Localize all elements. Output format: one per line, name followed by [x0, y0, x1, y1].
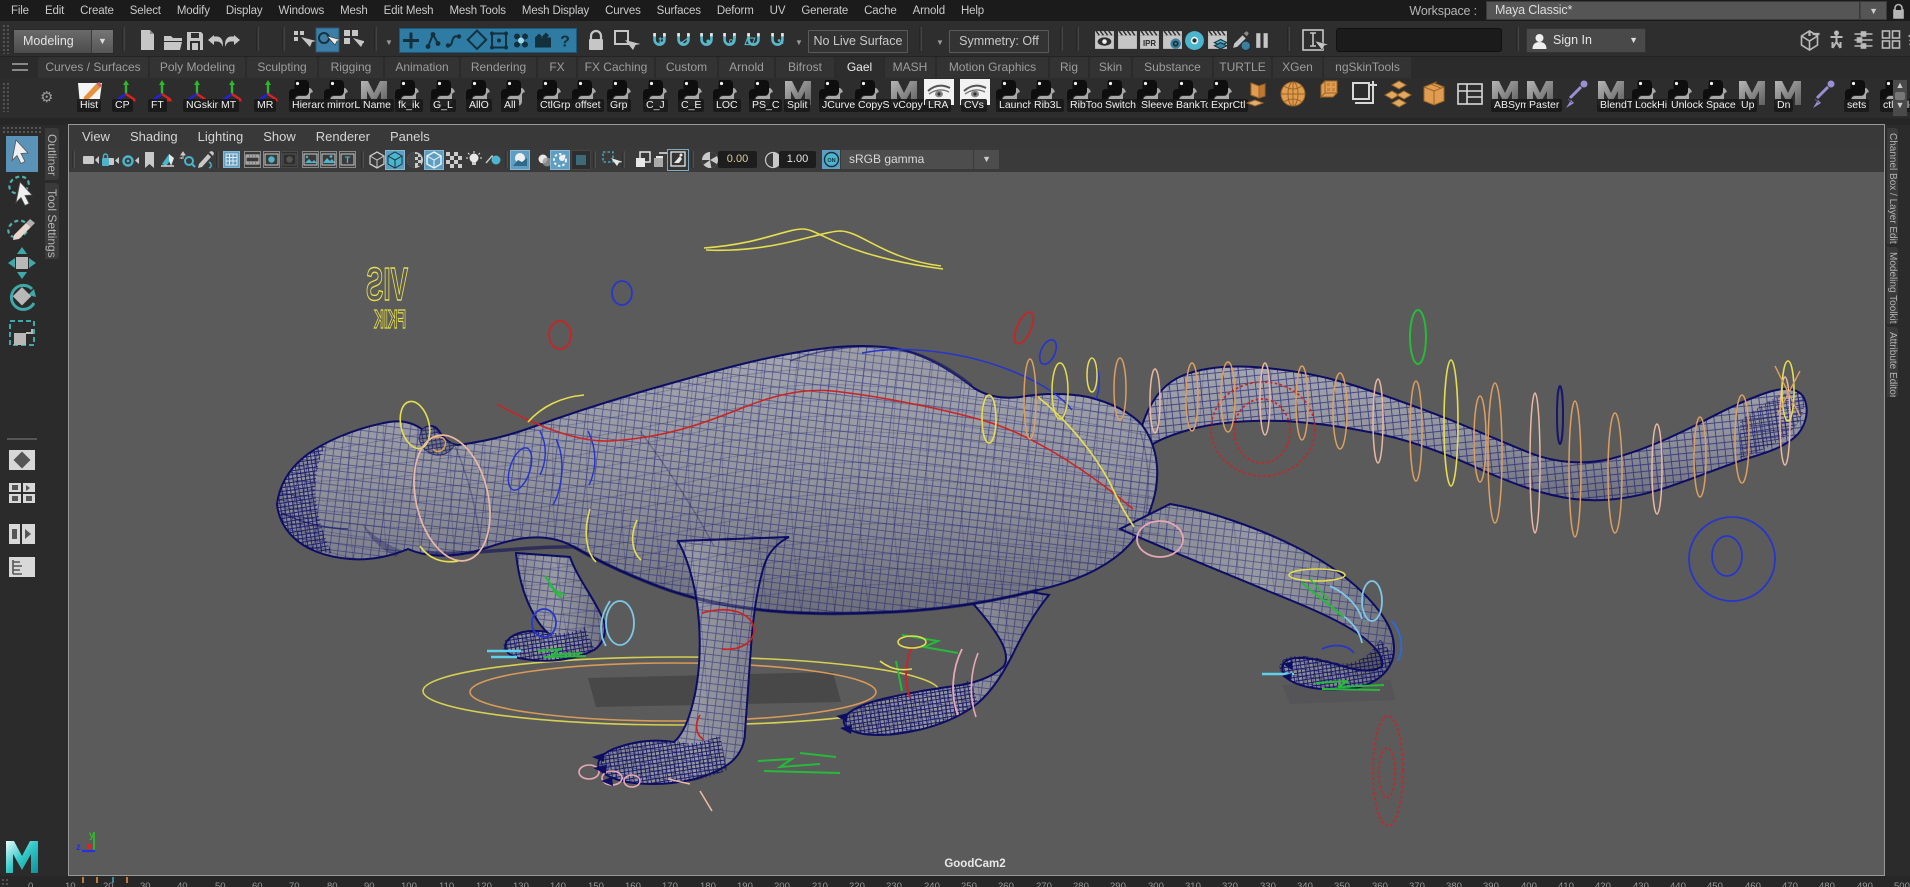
svg-text:GoodCam2: GoodCam2	[944, 858, 1005, 870]
svg-text:IPR: IPR	[1143, 39, 1156, 48]
svg-text:ON: ON	[827, 158, 835, 164]
svg-text:z: z	[76, 842, 81, 853]
svg-text:?: ?	[560, 34, 570, 51]
svg-text:FKIK: FKIK	[374, 304, 406, 334]
svg-text:VIS: VIS	[366, 258, 408, 310]
svg-text:T: T	[345, 155, 351, 165]
svg-text:y: y	[89, 830, 95, 841]
